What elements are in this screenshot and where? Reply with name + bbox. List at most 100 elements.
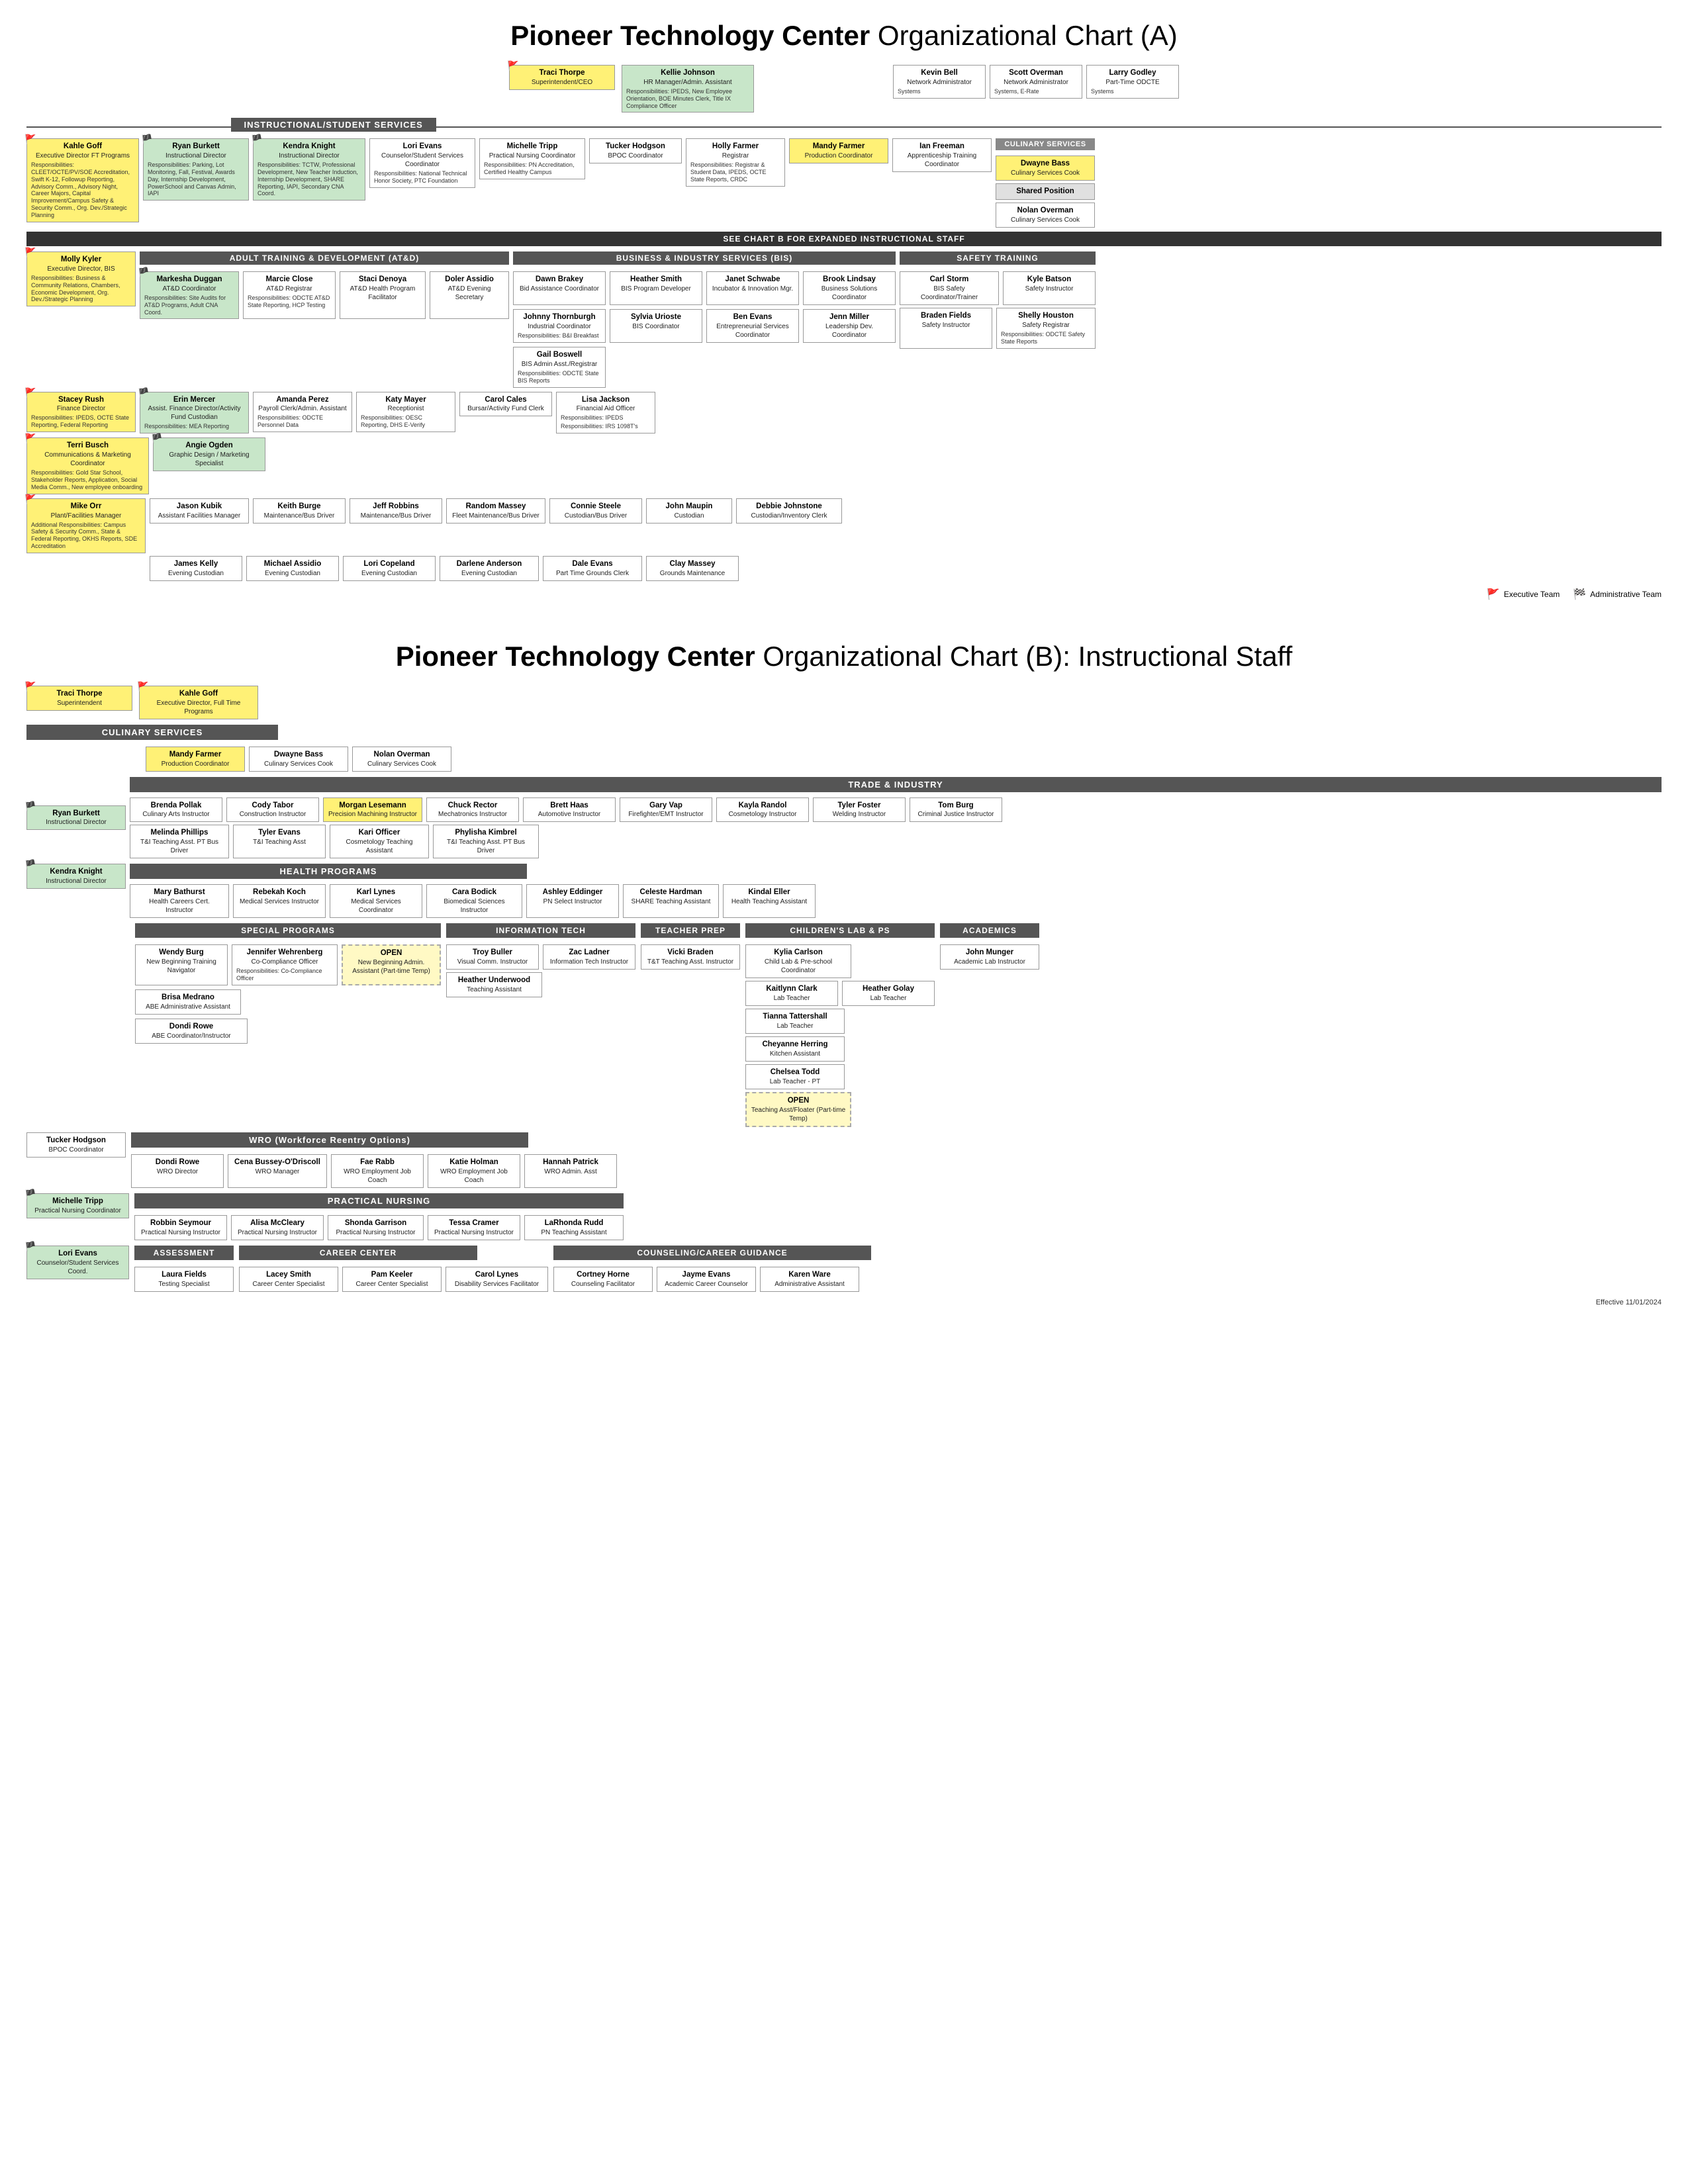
box-keith-burge: Keith Burge Maintenance/Bus Driver [253, 498, 346, 523]
box-lacey-smith: Lacey Smith Career Center Specialist [239, 1267, 338, 1292]
box-holly-farmer: Holly Farmer Registrar Responsibilities:… [686, 138, 785, 186]
box-ben-evans: Ben Evans Entrepreneurial Services Coord… [706, 309, 799, 343]
box-kendra-knight-b: Kendra Knight Instructional Director [26, 864, 126, 889]
box-mandy-farmer-b: Mandy Farmer Production Coordinator [146, 747, 245, 772]
box-traci-thorpe: Traci Thorpe Superintendent/CEO [509, 65, 615, 90]
box-braden-fields: Braden Fields Safety Instructor [900, 308, 992, 349]
box-john-munger: John Munger Academic Lab Instructor [940, 944, 1039, 970]
atd-label: ADULT TRAINING & DEVELOPMENT (AT&D) [140, 251, 509, 265]
box-chuck-rector: Chuck Rector Mechatronics Instructor [426, 797, 519, 823]
academics-label-b: ACADEMICS [940, 923, 1039, 938]
box-troy-buller: Troy Buller Visual Comm. Instructor [446, 944, 539, 970]
box-rebekah-koch: Rebekah Koch Medical Services Instructor [233, 884, 326, 918]
box-jason-kubik: Jason Kubik Assistant Facilities Manager [150, 498, 249, 523]
box-larhonda-rudd: LaRhonda Rudd PN Teaching Assistant [524, 1215, 624, 1240]
box-kahle-goff: Kahle Goff Executive Director FT Program… [26, 138, 139, 222]
chart-b: Pioneer Technology Center Organizational… [26, 641, 1662, 1306]
box-cheyanne-herring: Cheyanne Herring Kitchen Assistant [745, 1036, 845, 1062]
box-celeste-hardman: Celeste Hardman SHARE Teaching Assistant [623, 884, 719, 918]
box-cody-tabor: Cody Tabor Construction Instructor [226, 797, 319, 823]
box-open-children: OPEN Teaching Asst/Floater (Part-time Te… [745, 1092, 851, 1127]
instructional-label: INSTRUCTIONAL/STUDENT SERVICES [231, 118, 436, 132]
box-jayme-evans: Jayme Evans Academic Career Counselor [657, 1267, 756, 1292]
box-tyler-evans-b: Tyler Evans T&I Teaching Asst [233, 825, 326, 858]
box-open-special: OPEN New Beginning Admin. Assistant (Par… [342, 944, 441, 985]
box-heather-golay: Heather Golay Lab Teacher [842, 981, 935, 1006]
box-brisa-medrano: Brisa Medrano ABE Administrative Assista… [135, 989, 241, 1015]
box-kahle-b: Kahle Goff Executive Director, Full Time… [139, 686, 258, 719]
box-shonda-garrison: Shonda Garrison Practical Nursing Instru… [328, 1215, 424, 1240]
box-carol-lynes: Carol Lynes Disability Services Facilita… [445, 1267, 548, 1292]
box-ian-freeman: Ian Freeman Apprenticeship Training Coor… [892, 138, 992, 172]
box-angie-ogden: Angie Ogden Graphic Design / Marketing S… [153, 437, 265, 471]
box-brenda-pollak: Brenda Pollak Culinary Arts Instructor [130, 797, 222, 823]
box-kellie-johnson: Kellie Johnson HR Manager/Admin. Assista… [622, 65, 754, 113]
box-kari-officer: Kari Officer Cosmetology Teaching Assist… [330, 825, 429, 858]
box-alisa-mccleary: Alisa McCleary Practical Nursing Instruc… [231, 1215, 324, 1240]
box-katie-holman: Katie Holman WRO Employment Job Coach [428, 1154, 520, 1188]
legend-exec: Executive Team [1504, 590, 1560, 599]
box-michelle-tripp-a: Michelle Tripp Practical Nursing Coordin… [479, 138, 585, 179]
box-janet-schwabe: Janet Schwabe Incubator & Innovation Mgr… [706, 271, 799, 305]
childrens-label-b: CHILDREN'S LAB & PS [745, 923, 935, 938]
box-fae-rabb: Fae Rabb WRO Employment Job Coach [331, 1154, 424, 1188]
box-random-massey: Random Massey Fleet Maintenance/Bus Driv… [446, 498, 545, 523]
info-label-b: INFORMATION TECH [446, 923, 635, 938]
pn-label-b: PRACTICAL NURSING [134, 1193, 624, 1208]
box-tessa-cramer: Tessa Cramer Practical Nursing Instructo… [428, 1215, 520, 1240]
box-clay-massey: Clay Massey Grounds Maintenance [646, 556, 739, 581]
box-kindal-eller: Kindal Eller Health Teaching Assistant [723, 884, 816, 918]
box-heather-smith: Heather Smith BIS Program Developer [610, 271, 702, 305]
box-larry-godley: Larry Godley Part-Time ODCTE Systems [1086, 65, 1179, 99]
page: Pioneer Technology Center Organizational… [0, 0, 1688, 1366]
box-kendra-knight-a: Kendra Knight Instructional Director Res… [253, 138, 365, 201]
box-carl-storm: Carl Storm BIS Safety Coordinator/Traine… [900, 271, 999, 305]
box-johnny-thornburgh: Johnny Thornburgh Industrial Coordinator… [513, 309, 606, 343]
box-traci-b: Traci Thorpe Superintendent [26, 686, 132, 711]
box-dondi-rowe-coord: Dondi Rowe ABE Coordinator/Instructor [135, 1019, 248, 1044]
box-kylia-carlson: Kylia Carlson Child Lab & Pre-school Coo… [745, 944, 851, 978]
legend: 🚩 Executive Team 🏁 Administrative Team [26, 588, 1662, 601]
box-markesha-duggan: Markesha Duggan AT&D Coordinator Respons… [140, 271, 239, 319]
box-tom-burg: Tom Burg Criminal Justice Instructor [910, 797, 1002, 823]
box-melinda-phillips: Melinda Phillips T&I Teaching Asst. PT B… [130, 825, 229, 858]
box-nolan-overman-a: Nolan Overman Culinary Services Cook [996, 203, 1095, 228]
box-zac-ladner: Zac Ladner Information Tech Instructor [543, 944, 635, 970]
box-wendy-burg: Wendy Burg New Beginning Training Naviga… [135, 944, 228, 985]
see-chart-b: SEE CHART B FOR EXPANDED INSTRUCTIONAL S… [26, 232, 1662, 246]
box-mandy-farmer-a: Mandy Farmer Production Coordinator [789, 138, 888, 163]
effective-date: Effective 11/01/2024 [26, 1298, 1662, 1306]
box-debbie-johnstone: Debbie Johnstone Custodian/Inventory Cle… [736, 498, 842, 523]
box-amanda-perez: Amanda Perez Payroll Clerk/Admin. Assist… [253, 392, 352, 433]
box-dwayne-bass-a: Dwayne Bass Culinary Services Cook [996, 156, 1095, 181]
box-dwayne-bass-b: Dwayne Bass Culinary Services Cook [249, 747, 348, 772]
box-dondi-rowe-wro: Dondi Rowe WRO Director [131, 1154, 224, 1188]
box-shelly-houston: Shelly Houston Safety Registrar Responsi… [996, 308, 1096, 349]
chart-a: Pioneer Technology Center Organizational… [26, 20, 1662, 601]
box-kaitlynn-clark: Kaitlynn Clark Lab Teacher [745, 981, 838, 1006]
box-molly-kyler: Molly Kyler Executive Director, BIS Resp… [26, 251, 136, 306]
career-label-b: CAREER CENTER [239, 1246, 477, 1260]
box-morgan-lesemann: Morgan Lesemann Precision Machining Inst… [323, 797, 422, 823]
box-mary-bathurst: Mary Bathurst Health Careers Cert. Instr… [130, 884, 229, 918]
box-jenn-miller: Jenn Miller Leadership Dev. Coordinator [803, 309, 896, 343]
box-katy-mayer: Katy Mayer Receptionist Responsibilities… [356, 392, 455, 433]
assessment-label-b: ASSESSMENT [134, 1246, 234, 1260]
box-ashley-eddinger: Ashley Eddinger PN Select Instructor [526, 884, 619, 918]
box-chelsea-todd: Chelsea Todd Lab Teacher - PT [745, 1064, 845, 1089]
box-michael-assidio: Michael Assidio Evening Custodian [246, 556, 339, 581]
box-tyler-foster: Tyler Foster Welding Instructor [813, 797, 906, 823]
box-tucker-b: Tucker Hodgson BPOC Coordinator [26, 1132, 126, 1158]
box-tucker-hodgson-a: Tucker Hodgson BPOC Coordinator [589, 138, 682, 163]
box-jeff-robbins: Jeff Robbins Maintenance/Bus Driver [350, 498, 442, 523]
box-dale-evans: Dale Evans Part Time Grounds Clerk [543, 556, 642, 581]
box-kayla-randol: Kayla Randol Cosmetology Instructor [716, 797, 809, 823]
culinary-label-a: CULINARY SERVICES [996, 138, 1095, 150]
wro-label: WRO (Workforce Reentry Options) [131, 1132, 528, 1148]
chart-b-title: Pioneer Technology Center Organizational… [26, 641, 1662, 672]
box-tianna-tattershall: Tianna Tattershall Lab Teacher [745, 1009, 845, 1034]
box-ryan-burkett-b: Ryan Burkett Instructional Director [26, 805, 126, 831]
box-nolan-overman-b: Nolan Overman Culinary Services Cook [352, 747, 451, 772]
box-scott-overman: Scott Overman Network Administrator Syst… [990, 65, 1082, 99]
box-dawn-brakey: Dawn Brakey Bid Assistance Coordinator [513, 271, 606, 305]
